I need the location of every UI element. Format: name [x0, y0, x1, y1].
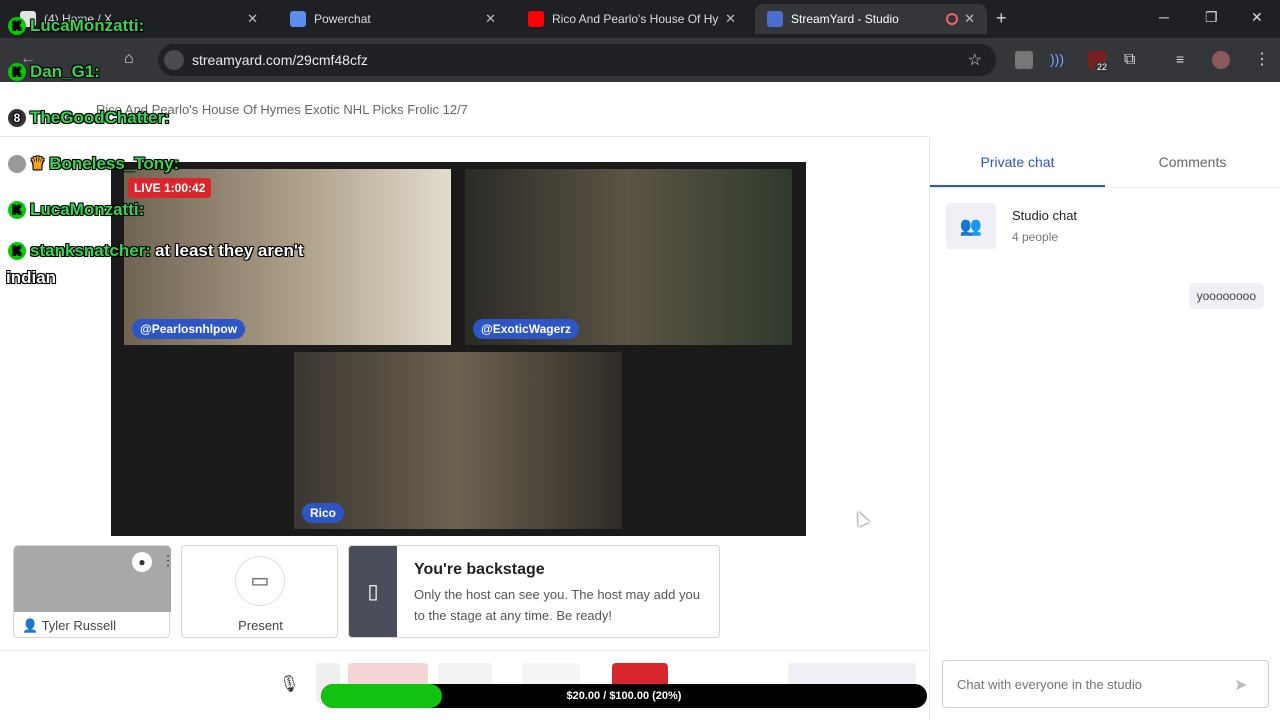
url-field[interactable]: streamyard.com/29cmf48cfz ☆ [158, 44, 996, 76]
menu-icon[interactable]: ⋮ [1254, 49, 1270, 69]
extension-icon[interactable] [1015, 51, 1033, 69]
divider [930, 187, 1280, 188]
person-icon: 👤 [22, 618, 39, 633]
chat-message: indian [6, 268, 57, 287]
overlay-chat-line: K Dan_G1: [8, 62, 100, 82]
present-label: Present [238, 618, 283, 633]
media-icon[interactable]: ≡ [1176, 51, 1194, 69]
streamyard-icon [767, 11, 783, 27]
url-text: streamyard.com/29cmf48cfz [192, 52, 368, 68]
chat-message: at least they aren't [154, 241, 304, 260]
new-tab-button[interactable]: + [996, 8, 1007, 29]
close-window-button[interactable]: ✕ [1251, 9, 1263, 26]
participant-name: Rico [302, 503, 345, 523]
tab-label: Powerchat [314, 12, 371, 26]
door-icon: ▯ [349, 546, 397, 637]
tab-label: Rico And Pearlo's House Of Hymes Exotic [552, 12, 719, 26]
chat-badge-icon: 8 [8, 109, 26, 127]
stage: @Pearlosnhlpow @ExoticWagerz Rico [111, 162, 806, 536]
chat-user: LucaMonzatti: [30, 16, 145, 35]
tab-private-chat[interactable]: Private chat [930, 137, 1105, 187]
crown-icon: ♛ [30, 154, 46, 173]
backstage-text: Only the host can see you. The host may … [414, 587, 700, 623]
studio-chat-title: Studio chat [1012, 208, 1078, 223]
live-timer: LIVE 1:00:42 [128, 178, 212, 198]
camera-name: 👤 Tyler Russell [22, 618, 116, 634]
video-feed: Rico [294, 352, 622, 529]
avatar[interactable] [1212, 51, 1230, 69]
camera-name-label: Tyler Russell [41, 618, 116, 633]
recording-icon [946, 13, 959, 25]
close-tab-icon[interactable]: ✕ [964, 11, 975, 27]
video-feed: @ExoticWagerz [465, 169, 792, 345]
browser-tab-youtube[interactable]: Rico And Pearlo's House Of Hymes Exotic … [516, 4, 748, 34]
restore-button[interactable]: ❐ [1205, 9, 1218, 26]
group-icon: 👥 [946, 203, 996, 249]
screen-share-icon: ▭ [235, 556, 285, 606]
close-tab-icon[interactable]: ✕ [485, 11, 496, 27]
mic-icon[interactable]: ● [132, 552, 152, 572]
chat-input[interactable] [942, 660, 1269, 708]
mic-button[interactable]: 🎙 [279, 674, 299, 694]
send-icon[interactable]: ➤ [1234, 675, 1247, 695]
chat-sidebar: Private chat Comments 👥 Studio chat 4 pe… [929, 137, 1280, 720]
camera-tile[interactable]: ● ⋮ 👤 Tyler Russell [13, 545, 175, 638]
participant-name: @ExoticWagerz [473, 319, 579, 339]
chat-badge-icon: K [8, 242, 26, 260]
close-tab-icon[interactable]: ✕ [725, 11, 736, 27]
overlay-chat-line: 8 TheGoodChatter: [8, 108, 170, 128]
video-background [294, 352, 622, 529]
chat-user: LucaMonzatti: [30, 200, 145, 219]
mouse-cursor-icon [852, 509, 870, 527]
tab-comments[interactable]: Comments [1105, 137, 1280, 187]
browser-tab-powerchat[interactable]: Powerchat ✕ [278, 4, 508, 34]
puzzle-icon[interactable]: ⧉ [1124, 51, 1142, 69]
chat-user: Boneless_Tony: [49, 154, 180, 173]
browser-tab-streamyard[interactable]: StreamYard - Studio ✕ [755, 4, 987, 34]
close-tab-icon[interactable]: ✕ [247, 11, 258, 27]
present-button[interactable]: ▭ Present [181, 545, 338, 638]
tab-label: StreamYard - Studio [791, 12, 899, 26]
chat-message: yoooooooo [1188, 283, 1264, 309]
youtube-icon [528, 11, 544, 27]
chat-badge-icon: K [8, 201, 26, 219]
overlay-chat-line: ♛ Boneless_Tony: [8, 154, 179, 174]
overlay-chat-line: K stanksnatcher: at least they aren't [8, 241, 304, 261]
minimize-button[interactable]: ─ [1159, 9, 1169, 25]
progress-text: $20.00 / $100.00 (20%) [566, 690, 682, 702]
chat-badge-icon [8, 155, 26, 173]
chat-user: TheGoodChatter: [30, 108, 170, 127]
overlay-chat-line: indian [6, 268, 56, 288]
chat-user: stanksnatcher: [30, 241, 151, 260]
donation-progress-bar: $20.00 / $100.00 (20%) [321, 684, 927, 708]
site-info-icon[interactable] [164, 50, 184, 70]
backstage-title: You're backstage [414, 561, 545, 578]
browser-tabbar: (4) Home / X ✕ Powerchat ✕ Rico And Pear… [0, 0, 1280, 38]
home-icon[interactable]: ⌂ [124, 50, 134, 68]
backstage-notice: ▯ You're backstage Only the host can see… [348, 545, 720, 638]
participant-name: @Pearlosnhlpow [132, 319, 246, 339]
address-bar: ← ⌂ streamyard.com/29cmf48cfz ☆ ))) 22 ⧉… [0, 38, 1280, 82]
chat-badge-icon: K [8, 63, 26, 81]
bookmark-star-icon[interactable]: ☆ [968, 50, 982, 70]
divider [0, 136, 929, 137]
powerchat-icon [290, 11, 306, 27]
extension-badge: 22 [1095, 62, 1110, 72]
studio-chat-count: 4 people [1012, 230, 1059, 244]
chat-user: Dan_G1: [30, 62, 100, 81]
divider [0, 650, 929, 651]
overlay-chat-line: K LucaMonzatti: [8, 16, 144, 36]
overlay-chat-line: K LucaMonzatti: [8, 200, 144, 220]
extension-icon[interactable]: ))) [1050, 51, 1068, 69]
menu-icon[interactable]: ⋮ [161, 552, 175, 569]
chat-badge-icon: K [8, 17, 26, 35]
